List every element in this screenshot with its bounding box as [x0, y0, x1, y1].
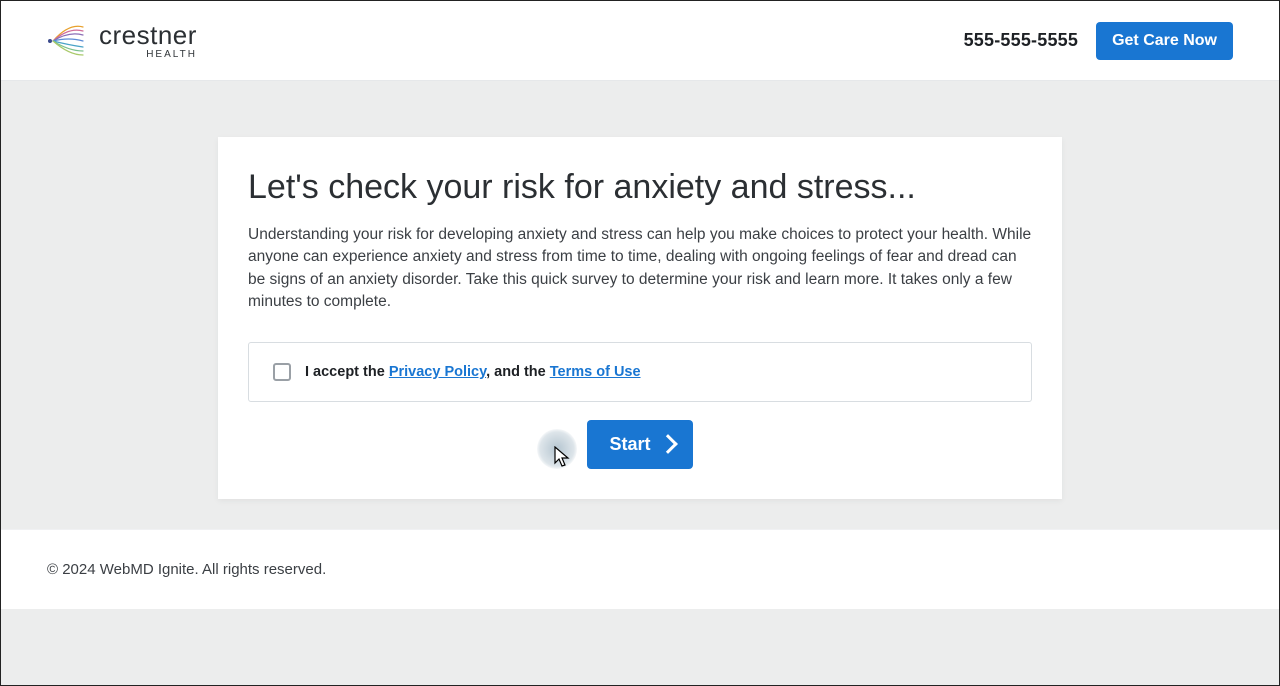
site-header: crestner HEALTH 555-555-5555 Get Care No…	[1, 1, 1279, 81]
page-description: Understanding your risk for developing a…	[248, 224, 1032, 314]
get-care-button[interactable]: Get Care Now	[1096, 22, 1233, 60]
consent-prefix: I accept the	[305, 364, 389, 380]
header-actions: 555-555-5555 Get Care Now	[964, 22, 1233, 60]
assessment-card: Let's check your risk for anxiety and st…	[218, 137, 1062, 499]
consent-middle: , and the	[486, 364, 550, 380]
start-button[interactable]: Start	[587, 420, 692, 469]
consent-box: I accept the Privacy Policy, and the Ter…	[248, 342, 1032, 402]
consent-text: I accept the Privacy Policy, and the Ter…	[305, 364, 641, 380]
chevron-right-icon	[658, 434, 678, 454]
logo-mark-icon	[47, 19, 87, 63]
main-content: Let's check your risk for anxiety and st…	[1, 81, 1279, 499]
brand-name: crestner	[99, 22, 197, 48]
page-title: Let's check your risk for anxiety and st…	[248, 167, 1032, 208]
phone-number[interactable]: 555-555-5555	[964, 30, 1079, 51]
privacy-policy-link[interactable]: Privacy Policy	[389, 364, 486, 380]
start-button-wrap: Start	[248, 420, 1032, 469]
brand-text: crestner HEALTH	[99, 22, 197, 60]
consent-checkbox[interactable]	[273, 363, 291, 381]
brand-subtitle: HEALTH	[146, 50, 197, 60]
terms-of-use-link[interactable]: Terms of Use	[550, 364, 641, 380]
brand-logo[interactable]: crestner HEALTH	[47, 19, 197, 63]
site-footer: © 2024 WebMD Ignite. All rights reserved…	[1, 529, 1279, 609]
copyright-text: © 2024 WebMD Ignite. All rights reserved…	[47, 561, 326, 578]
start-button-label: Start	[609, 434, 650, 455]
